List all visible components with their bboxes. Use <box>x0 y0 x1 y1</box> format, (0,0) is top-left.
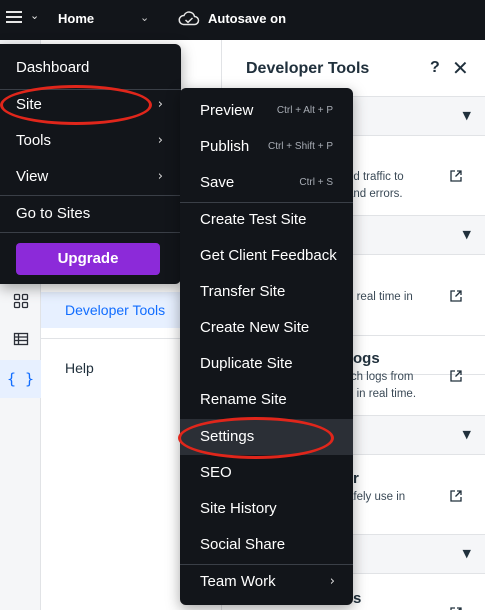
submenu-item-label: SEO <box>200 464 232 481</box>
tool-title: s <box>353 590 362 607</box>
close-icon[interactable]: ✕ <box>452 56 469 80</box>
submenu-item-label: Social Share <box>200 536 286 553</box>
menu-item-label: Tools <box>16 132 52 149</box>
chevron-right-icon: › <box>329 574 335 589</box>
submenu-item-create-test-site[interactable]: Create Test Site <box>180 202 353 238</box>
section-description: and errors. <box>347 188 403 200</box>
chevron-right-icon: › <box>157 169 163 184</box>
keyboard-shortcut: Ctrl + Shift + P <box>267 141 333 152</box>
menu-item-dashboard[interactable]: Dashboard <box>0 50 181 86</box>
caret-down-icon: ▼ <box>462 428 471 441</box>
external-link-icon[interactable] <box>449 489 463 503</box>
section-description: nd traffic to <box>347 171 404 183</box>
chevron-right-icon: › <box>157 97 163 112</box>
external-link-icon[interactable] <box>449 169 463 183</box>
menu-item-label: Go to Sites <box>16 205 91 222</box>
submenu-item-create-new-site[interactable]: Create New Site <box>180 310 353 346</box>
menu-item-label: View <box>16 168 49 185</box>
caret-down-icon: ▼ <box>462 109 471 122</box>
table-icon <box>13 332 28 346</box>
section-description: d in real time. <box>347 388 417 400</box>
external-link-icon[interactable] <box>449 289 463 303</box>
external-link-icon[interactable] <box>449 606 463 610</box>
submenu-item-label: Team Work <box>200 573 276 590</box>
submenu-item-label: Site History <box>200 500 277 517</box>
menu-item-label: Dashboard <box>16 59 90 76</box>
menu-item-view[interactable]: View › <box>0 159 181 195</box>
section-description: rch logs from <box>347 371 414 383</box>
caret-down-icon: ▼ <box>462 228 471 241</box>
external-link-icon[interactable] <box>449 369 463 383</box>
menu-item-go-to-sites[interactable]: Go to Sites <box>0 196 181 232</box>
submenu-item-label: Publish <box>200 138 250 155</box>
hamburger-icon <box>6 11 22 13</box>
upgrade-button[interactable]: Upgrade <box>16 243 160 275</box>
submenu-item-preview[interactable]: Preview Ctrl + Alt + P <box>180 93 353 129</box>
submenu-item-get-client-feedback[interactable]: Get Client Feedback <box>180 238 353 274</box>
submenu-item-label: Get Client Feedback <box>200 247 337 264</box>
section-description: afely use in <box>347 491 406 503</box>
top-bar: ⌄ Home ⌄ Autosave on <box>0 0 485 40</box>
submenu-item-label: Preview <box>200 102 254 119</box>
submenu-item-seo[interactable]: SEO <box>180 455 353 491</box>
chevron-down-icon: ⌄ <box>30 9 40 22</box>
chevron-right-icon: › <box>157 133 163 148</box>
submenu-item-rename-site[interactable]: Rename Site <box>180 382 353 418</box>
main-menu-dropdown: Dashboard Site › Tools › View › Go to Sites… <box>0 44 181 284</box>
submenu-item-social-share[interactable]: Social Share <box>180 527 353 563</box>
submenu-item-label: Create Test Site <box>200 211 307 228</box>
tool-title: ogs <box>353 350 380 367</box>
sidebar-cms-button[interactable] <box>0 320 41 358</box>
cloud-check-icon <box>178 11 200 26</box>
keyboard-shortcut: Ctrl + Alt + P <box>276 105 333 116</box>
keyboard-shortcut: Ctrl + S <box>299 177 333 188</box>
panel-title: Developer Tools <box>246 60 370 77</box>
submenu-item-label: Transfer Site <box>200 283 286 300</box>
section-description: n real time in <box>347 291 413 303</box>
help-item[interactable]: Help <box>65 360 94 376</box>
submenu-item-team-work[interactable]: Team Work › <box>180 564 353 600</box>
divider <box>0 232 181 233</box>
page-selector[interactable]: Home <box>58 11 94 26</box>
caret-down-icon: ▼ <box>462 547 471 560</box>
submenu-item-label: Save <box>200 174 235 191</box>
submenu-item-duplicate-site[interactable]: Duplicate Site <box>180 346 353 382</box>
grid-icon <box>13 293 28 309</box>
submenu-item-transfer-site[interactable]: Transfer Site <box>180 274 353 310</box>
submenu-item-save[interactable]: Save Ctrl + S <box>180 165 353 201</box>
submenu-item-label: Create New Site <box>200 319 310 336</box>
submenu-item-label: Duplicate Site <box>200 355 293 372</box>
sidebar-code-button[interactable]: { } <box>0 360 41 398</box>
submenu-item-label: Settings <box>200 428 255 445</box>
menu-item-tools[interactable]: Tools › <box>0 123 181 159</box>
site-submenu: Preview Ctrl + Alt + P Publish Ctrl + Shif… <box>180 88 353 605</box>
menu-item-site[interactable]: Site › <box>0 87 181 123</box>
submenu-item-site-history[interactable]: Site History <box>180 491 353 527</box>
tool-title: r <box>353 470 359 487</box>
autosave-status: Autosave on <box>208 11 287 26</box>
sidebar-apps-button[interactable] <box>0 282 41 320</box>
menu-item-label: Site <box>16 96 42 113</box>
chevron-down-icon[interactable]: ⌄ <box>140 11 149 24</box>
submenu-item-settings[interactable]: Settings <box>180 419 353 455</box>
curly-braces-icon: { } <box>6 370 35 388</box>
main-menu-toggle[interactable]: ⌄ <box>6 9 42 31</box>
submenu-item-label: Rename Site <box>200 391 287 408</box>
help-icon[interactable]: ? <box>430 59 440 77</box>
submenu-item-publish[interactable]: Publish Ctrl + Shift + P <box>180 129 353 165</box>
